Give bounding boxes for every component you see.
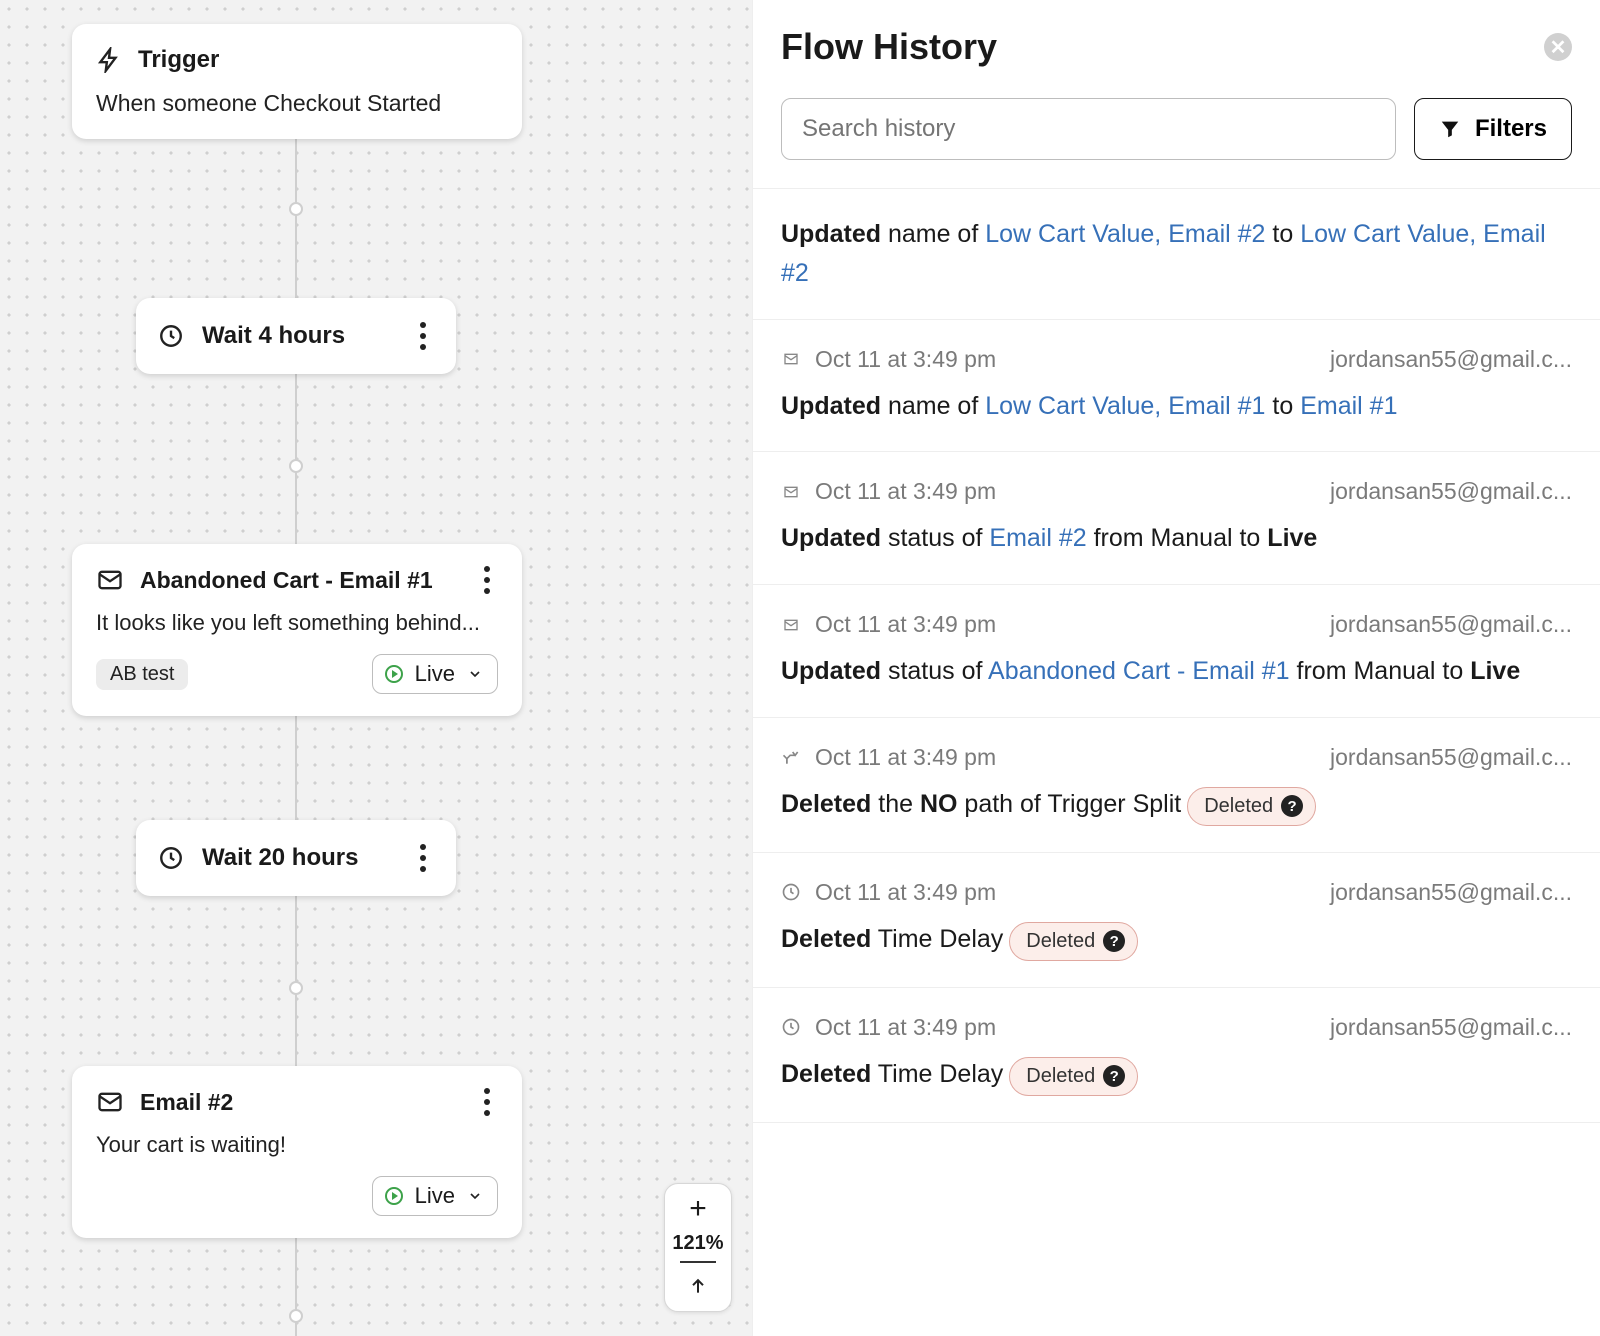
clock-icon	[158, 323, 184, 349]
entry-timestamp: Oct 11 at 3:49 pm	[815, 346, 996, 373]
mail-icon	[781, 351, 801, 367]
email-node-2[interactable]: Email #2 Your cart is waiting! Live	[72, 1066, 522, 1238]
play-icon	[385, 665, 403, 683]
entry-timestamp: Oct 11 at 3:49 pm	[815, 611, 996, 638]
deleted-badge: Deleted?	[1009, 922, 1138, 961]
entry-body: Updated status of Abandoned Cart - Email…	[781, 652, 1572, 691]
entry-user: jordansan55@gmail.c...	[1330, 879, 1572, 906]
more-menu-button[interactable]	[412, 322, 434, 350]
trigger-card[interactable]: Trigger When someone Checkout Started	[72, 24, 522, 139]
status-label: Live	[415, 661, 455, 687]
email-preview: It looks like you left something behind.…	[96, 610, 498, 636]
zoom-out-button[interactable]	[680, 1261, 716, 1263]
connector-dot	[289, 459, 303, 473]
entry-timestamp: Oct 11 at 3:49 pm	[815, 744, 996, 771]
bolt-icon	[96, 47, 122, 73]
status-dropdown[interactable]: Live	[372, 654, 498, 694]
email-preview: Your cart is waiting!	[96, 1132, 498, 1158]
entry-user: jordansan55@gmail.c...	[1330, 346, 1572, 373]
wait-label: Wait 4 hours	[202, 322, 345, 350]
more-menu-button[interactable]	[476, 1088, 498, 1116]
entry-body: Updated status of Email #2 from Manual t…	[781, 519, 1572, 558]
entry-link[interactable]: Abandoned Cart - Email #1	[988, 657, 1290, 685]
chevron-down-icon	[467, 666, 483, 682]
ab-test-badge: AB test	[96, 659, 188, 690]
clock-icon	[781, 1017, 801, 1037]
connector-dot	[289, 202, 303, 216]
entry-body: Deleted Time DelayDeleted?	[781, 1055, 1572, 1096]
panel-title: Flow History	[781, 26, 997, 68]
more-menu-button[interactable]	[476, 566, 498, 594]
filters-label: Filters	[1475, 115, 1547, 143]
chevron-down-icon	[467, 1188, 483, 1204]
zoom-in-button[interactable]: +	[689, 1192, 707, 1226]
email-node-1[interactable]: Abandoned Cart - Email #1 It looks like …	[72, 544, 522, 716]
play-icon	[385, 1187, 403, 1205]
email-title: Abandoned Cart - Email #1	[140, 567, 433, 594]
email-title: Email #2	[140, 1089, 233, 1116]
mail-icon	[96, 1088, 124, 1116]
entry-body: Deleted Time DelayDeleted?	[781, 920, 1572, 961]
clock-icon	[158, 845, 184, 871]
trigger-subtitle: When someone Checkout Started	[96, 90, 498, 117]
history-entry[interactable]: Oct 11 at 3:49 pm jordansan55@gmail.c...…	[753, 718, 1600, 853]
reset-view-button[interactable]	[688, 1269, 708, 1303]
entry-user: jordansan55@gmail.c...	[1330, 744, 1572, 771]
history-entry[interactable]: Oct 11 at 3:49 pm jordansan55@gmail.c...…	[753, 585, 1600, 718]
mail-icon	[781, 617, 801, 633]
history-entry[interactable]: Oct 11 at 3:49 pm jordansan55@gmail.c...…	[753, 320, 1600, 453]
help-icon[interactable]: ?	[1103, 1065, 1125, 1087]
connector-dot	[289, 1309, 303, 1323]
entry-timestamp: Oct 11 at 3:49 pm	[815, 879, 996, 906]
mail-icon	[781, 484, 801, 500]
entry-user: jordansan55@gmail.c...	[1330, 478, 1572, 505]
mail-icon	[96, 566, 124, 594]
zoom-controls: + 121%	[664, 1183, 732, 1312]
wait-node-2[interactable]: Wait 20 hours	[136, 820, 456, 896]
filters-button[interactable]: Filters	[1414, 98, 1572, 160]
history-entries: Updated name of Low Cart Value, Email #2…	[753, 189, 1600, 1123]
deleted-badge: Deleted?	[1009, 1057, 1138, 1096]
flow-canvas[interactable]: Trigger When someone Checkout Started Wa…	[0, 0, 752, 1336]
filter-icon	[1439, 118, 1461, 140]
entry-link[interactable]: Low Cart Value, Email #2	[985, 220, 1265, 248]
clock-icon	[781, 882, 801, 902]
entry-body: Updated name of Low Cart Value, Email #2…	[781, 215, 1572, 293]
entry-body: Deleted the NO path of Trigger SplitDele…	[781, 785, 1572, 826]
connector-dot	[289, 981, 303, 995]
entry-link[interactable]: Email #2	[989, 524, 1086, 552]
history-entry[interactable]: Oct 11 at 3:49 pm jordansan55@gmail.c...…	[753, 452, 1600, 585]
close-button[interactable]: ✕	[1544, 33, 1572, 61]
more-menu-button[interactable]	[412, 844, 434, 872]
entry-user: jordansan55@gmail.c...	[1330, 1014, 1572, 1041]
entry-user: jordansan55@gmail.c...	[1330, 611, 1572, 638]
entry-timestamp: Oct 11 at 3:49 pm	[815, 1014, 996, 1041]
trigger-title: Trigger	[138, 46, 219, 74]
deleted-badge: Deleted?	[1187, 787, 1316, 826]
entry-body: Updated name of Low Cart Value, Email #1…	[781, 387, 1572, 426]
history-entry[interactable]: Oct 11 at 3:49 pm jordansan55@gmail.c...…	[753, 853, 1600, 988]
wait-label: Wait 20 hours	[202, 844, 358, 872]
split-icon	[781, 747, 801, 767]
status-label: Live	[415, 1183, 455, 1209]
status-dropdown[interactable]: Live	[372, 1176, 498, 1216]
search-input[interactable]	[781, 98, 1396, 160]
history-entry[interactable]: Updated name of Low Cart Value, Email #2…	[753, 189, 1600, 320]
history-entry[interactable]: Oct 11 at 3:49 pm jordansan55@gmail.c...…	[753, 988, 1600, 1123]
entry-link[interactable]: Email #1	[1300, 392, 1397, 420]
zoom-percent: 121%	[672, 1232, 723, 1255]
entry-timestamp: Oct 11 at 3:49 pm	[815, 478, 996, 505]
help-icon[interactable]: ?	[1281, 795, 1303, 817]
help-icon[interactable]: ?	[1103, 930, 1125, 952]
entry-link[interactable]: Low Cart Value, Email #1	[985, 392, 1265, 420]
flow-history-panel: Flow History ✕ Filters Updated name of L…	[752, 0, 1600, 1336]
wait-node-1[interactable]: Wait 4 hours	[136, 298, 456, 374]
